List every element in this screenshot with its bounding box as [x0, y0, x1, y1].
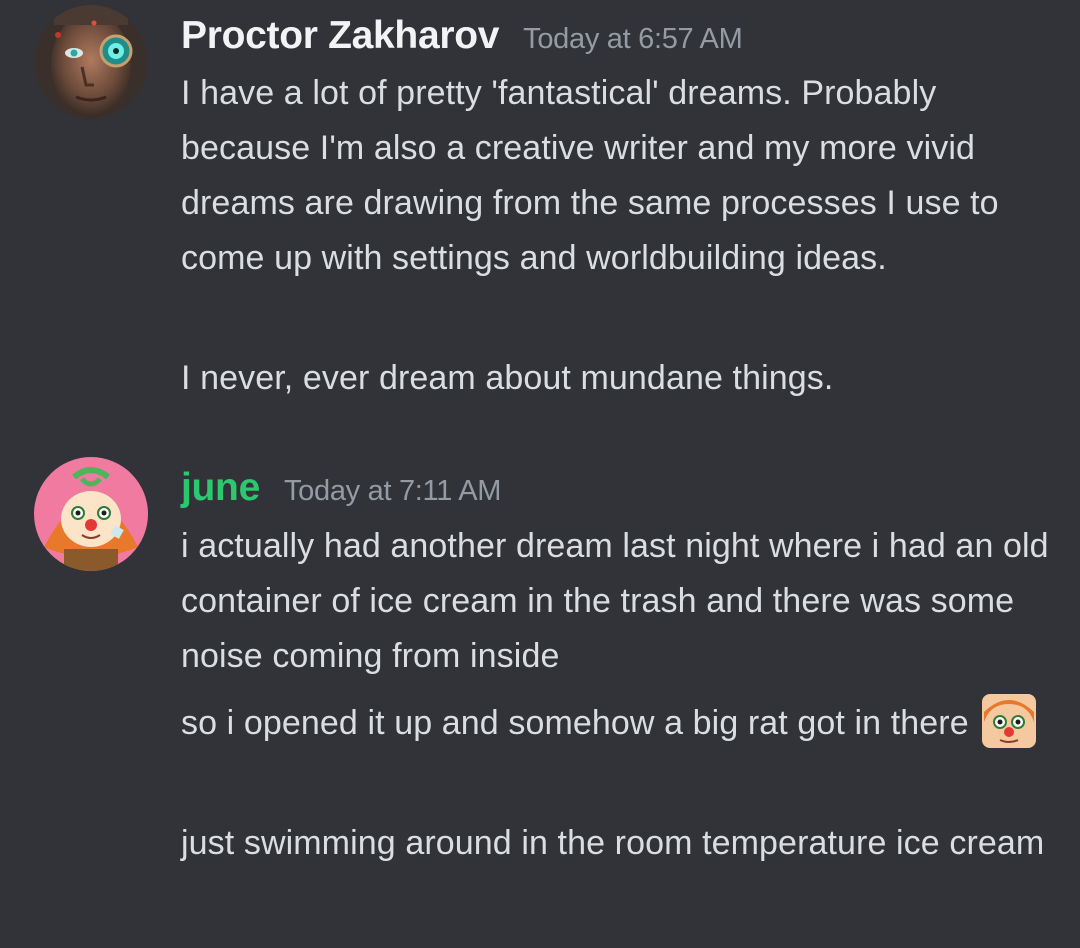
- message-text: so i opened it up and somehow a big rat …: [181, 704, 969, 742]
- timestamp[interactable]: Today at 6:57 AM: [523, 23, 743, 56]
- chat-messages: Proctor Zakharov Today at 6:57 AM I have…: [0, 0, 1080, 948]
- clown-face-emoji-icon[interactable]: [980, 692, 1038, 750]
- username[interactable]: Proctor Zakharov: [181, 14, 499, 58]
- clown-girl-avatar-icon[interactable]: [34, 457, 148, 571]
- message-text-with-emoji: so i opened it up and somehow a big rat …: [181, 692, 1061, 751]
- message-text: i actually had another dream last night …: [181, 527, 1049, 675]
- username[interactable]: june: [181, 466, 260, 510]
- cyborg-face-avatar-icon[interactable]: [34, 5, 148, 119]
- timestamp[interactable]: Today at 7:11 AM: [284, 475, 501, 508]
- message-header: Proctor Zakharov Today at 6:57 AM: [181, 14, 743, 58]
- message-text: I have a lot of pretty 'fantastical' dre…: [181, 74, 999, 277]
- message-text: I never, ever dream about mundane things…: [181, 359, 834, 397]
- message-header: june Today at 7:11 AM: [181, 466, 501, 510]
- message-text: just swimming around in the room tempera…: [181, 824, 1045, 862]
